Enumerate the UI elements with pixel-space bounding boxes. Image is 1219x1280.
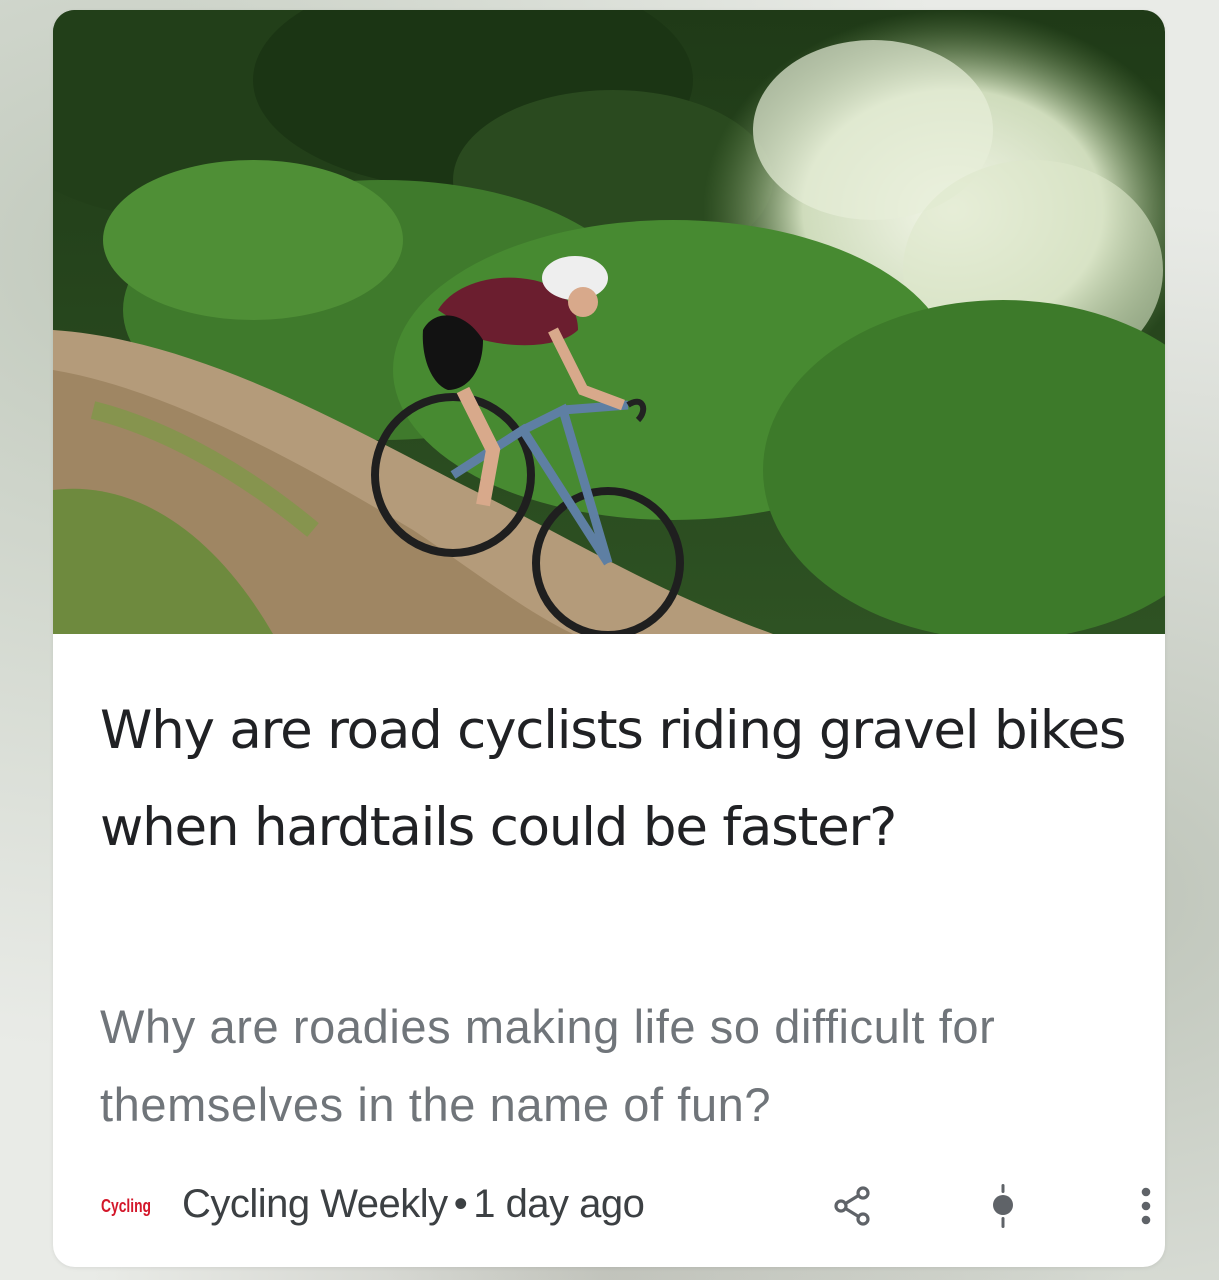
- share-button[interactable]: [825, 1178, 881, 1234]
- more-vert-icon: [1141, 1187, 1151, 1225]
- article-snippet[interactable]: Why are roadies making life so difficult…: [100, 988, 1140, 1144]
- article-title[interactable]: Why are road cyclists riding gravel bike…: [100, 682, 1140, 876]
- publisher-logo-text: Cycling: [101, 1196, 151, 1216]
- publisher-logo: Cycling: [101, 1196, 151, 1216]
- pin-icon: [993, 1184, 1013, 1228]
- pin-button[interactable]: [975, 1178, 1031, 1234]
- separator-dot: •: [453, 1182, 468, 1226]
- source-line: Cycling Weekly • 1 day ago: [182, 1178, 645, 1230]
- article-age: 1 day ago: [473, 1182, 645, 1226]
- publisher-name[interactable]: Cycling Weekly: [182, 1182, 448, 1226]
- news-card[interactable]: Why are road cyclists riding gravel bike…: [53, 10, 1165, 1267]
- more-options-button[interactable]: [1118, 1178, 1165, 1234]
- share-icon: [834, 1186, 870, 1226]
- card-footer: Cycling Cycling Weekly • 1 day ago: [100, 1170, 1151, 1240]
- article-image[interactable]: [53, 10, 1165, 634]
